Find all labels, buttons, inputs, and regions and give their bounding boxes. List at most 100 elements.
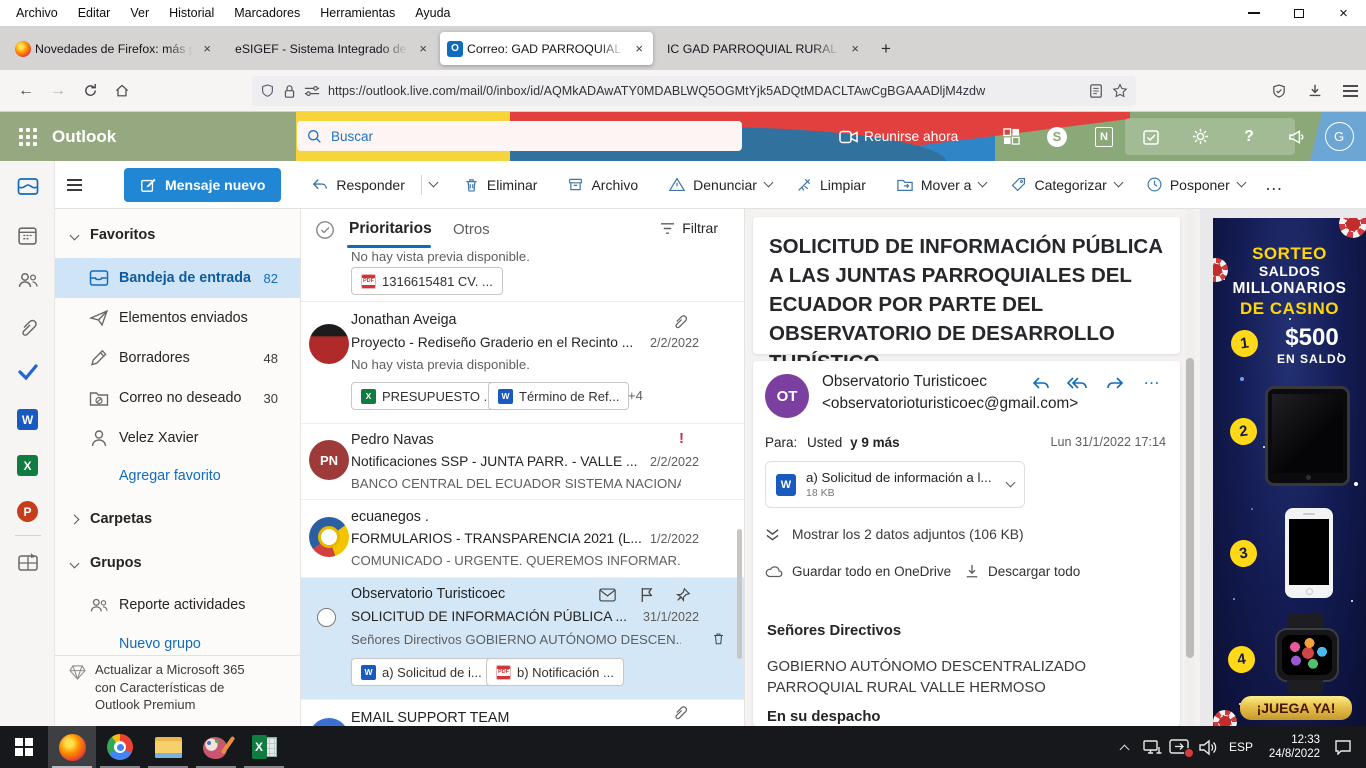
download-all-button[interactable]: Descargar todo [965, 564, 1080, 579]
sidebar-item-junk[interactable]: Correo no deseado 30 [55, 378, 300, 418]
skype-icon[interactable]: S [1042, 112, 1072, 161]
reply-all-icon[interactable] [1067, 375, 1088, 393]
premium-upsell[interactable]: Actualizar a Microsoft 365 con Caracterí… [95, 661, 245, 714]
sidebar-item-inbox[interactable]: Bandeja de entrada 82 [55, 258, 300, 298]
show-attachments-toggle[interactable]: Mostrar los 2 datos adjuntos (106 KB) [765, 527, 1024, 542]
list-item-pedro[interactable]: PN Pedro Navas ! Notificaciones SSP - JU… [301, 424, 744, 500]
rail-attachments-icon[interactable] [0, 317, 55, 338]
menu-editar[interactable]: Editar [68, 6, 121, 20]
taskbar-paint[interactable] [192, 726, 240, 768]
attachment-chip[interactable]: PDF 1316615481 CV. ... [351, 267, 503, 295]
help-icon[interactable]: ? [1234, 112, 1264, 161]
sweep-button[interactable]: Limpiar [796, 176, 874, 193]
todo-icon[interactable] [1136, 112, 1166, 161]
tab-focused[interactable]: Prioritarios [349, 220, 432, 238]
taskbar-chrome[interactable] [96, 726, 144, 768]
categorize-button[interactable]: Categorizar [1010, 176, 1124, 193]
flag-icon[interactable] [640, 587, 654, 603]
reply-icon[interactable] [1031, 375, 1051, 393]
rail-excel-icon[interactable]: X [0, 455, 55, 476]
forward-button[interactable]: → [42, 75, 74, 107]
back-button[interactable]: ← [10, 75, 42, 107]
taskbar-firefox[interactable] [48, 726, 96, 768]
close-button[interactable]: × [1321, 0, 1366, 26]
rail-todo-icon[interactable] [0, 363, 55, 381]
ad-cta-button[interactable]: ¡JUEGA YA! [1240, 696, 1352, 720]
app-menu-icon[interactable] [1343, 90, 1358, 92]
network-icon[interactable] [1142, 738, 1164, 756]
start-button[interactable] [0, 726, 48, 768]
settings-gear-icon[interactable] [1185, 112, 1215, 161]
menu-ayuda[interactable]: Ayuda [405, 6, 460, 20]
groups-header[interactable]: Grupos [55, 545, 300, 581]
list-item-ecuanegos[interactable]: ecuanegos . FORMULARIOS - TRANSPARENCIA … [301, 500, 744, 578]
app-launcher-icon[interactable] [10, 112, 46, 161]
list-item-observatorio-selected[interactable]: Observatorio Turisticoec SOLICITUD DE IN… [301, 578, 744, 700]
favorites-header[interactable]: Favoritos [55, 217, 300, 253]
home-button[interactable] [106, 75, 138, 107]
attachment-chip[interactable]: W Término de Ref... [488, 382, 630, 410]
menu-marcadores[interactable]: Marcadores [224, 6, 310, 20]
pin-icon[interactable] [675, 587, 691, 603]
search-box[interactable]: Buscar [297, 121, 742, 151]
snooze-button[interactable]: Posponer [1146, 176, 1247, 193]
action-center-button[interactable] [1324, 739, 1362, 755]
tab-close-icon[interactable]: × [416, 41, 430, 56]
tray-hidden-icons-button[interactable] [1112, 742, 1138, 754]
rail-more-apps-icon[interactable] [0, 551, 55, 573]
menu-herramientas[interactable]: Herramientas [310, 6, 405, 20]
meet-now-icon[interactable] [836, 112, 860, 161]
restore-button[interactable] [1276, 0, 1321, 26]
url-text[interactable]: https://outlook.live.com/mail/0/inbox/id… [328, 84, 1089, 98]
list-item-partial[interactable]: No hay vista previa disponible. PDF 1316… [301, 249, 744, 302]
tab-outlook-mail-active[interactable]: O Correo: GAD PARROQUIAL VALL × [440, 32, 653, 65]
folders-header[interactable]: Carpetas [55, 501, 300, 537]
reader-view-icon[interactable] [1089, 84, 1103, 98]
tab-ic-gad[interactable]: IC GAD PARROQUIAL RURAL VALLE × [656, 32, 869, 65]
chevron-down-icon[interactable] [428, 177, 439, 188]
rail-powerpoint-icon[interactable]: P [0, 501, 55, 522]
speaker-icon[interactable] [1198, 739, 1218, 756]
menu-archivo[interactable]: Archivo [6, 6, 68, 20]
message-more-button[interactable]: … [1143, 369, 1162, 389]
rail-people-icon[interactable] [0, 271, 55, 290]
action-needed-icon[interactable] [1168, 736, 1194, 758]
downloads-icon[interactable] [1307, 83, 1323, 99]
chevron-down-icon[interactable] [1005, 477, 1016, 488]
chevron-down-icon[interactable] [1113, 177, 1124, 188]
select-circle[interactable] [317, 608, 336, 627]
tab-firefox-news[interactable]: Novedades de Firefox: más priva × [8, 32, 221, 65]
more-attachments[interactable]: +4 [628, 388, 643, 403]
tab-other[interactable]: Otros [453, 221, 490, 238]
chevron-down-icon[interactable] [1236, 177, 1247, 188]
select-all-icon[interactable] [315, 220, 335, 240]
reply-button[interactable]: Responder [311, 174, 439, 195]
menu-ver[interactable]: Ver [120, 6, 159, 20]
sidebar-item-contact[interactable]: Velez Xavier [55, 418, 300, 458]
reader-scrollbar-thumb[interactable] [1186, 358, 1194, 658]
save-onedrive-button[interactable]: Guardar todo en OneDrive [765, 564, 951, 579]
list-scrollbar[interactable] [737, 529, 742, 659]
list-item-email-support[interactable]: EMAIL SUPPORT TEAM [301, 700, 744, 726]
attachment-chip[interactable]: PDF b) Notificación ... [486, 658, 624, 686]
sidebar-item-drafts[interactable]: Borradores 48 [55, 338, 300, 378]
ad-banner[interactable]: SORTEO SALDOS MILLONARIOS DE CASINO 1 $5… [1213, 218, 1366, 726]
report-button[interactable]: Denunciar [668, 176, 774, 193]
archive-button[interactable]: Archivo [567, 176, 646, 193]
sender-name[interactable]: Observatorio Turisticoec [822, 373, 987, 391]
menu-historial[interactable]: Historial [159, 6, 224, 20]
sidebar-item-sent[interactable]: Elementos enviados [55, 298, 300, 338]
rail-mail-icon[interactable] [0, 177, 55, 197]
rail-word-icon[interactable]: W [0, 409, 55, 430]
rail-calendar-icon[interactable] [0, 225, 55, 246]
sidebar-item-group[interactable]: Reporte actividades [55, 587, 300, 623]
clock[interactable]: 12:33 24/8/2022 [1264, 733, 1320, 761]
taskbar-file-explorer[interactable] [144, 726, 192, 768]
url-bar[interactable]: https://outlook.live.com/mail/0/inbox/id… [252, 76, 1136, 106]
language-indicator[interactable]: ESP [1222, 740, 1260, 754]
tab-esigef[interactable]: eSIGEF - Sistema Integrado de Gestió × [224, 32, 437, 65]
new-message-button[interactable]: Mensaje nuevo [124, 167, 282, 202]
sender-email[interactable]: <observatorioturisticoec@gmail.com> [822, 395, 1078, 413]
attachment-chip[interactable]: X PRESUPUESTO ... [351, 382, 505, 410]
my-day-icon[interactable] [996, 112, 1026, 161]
